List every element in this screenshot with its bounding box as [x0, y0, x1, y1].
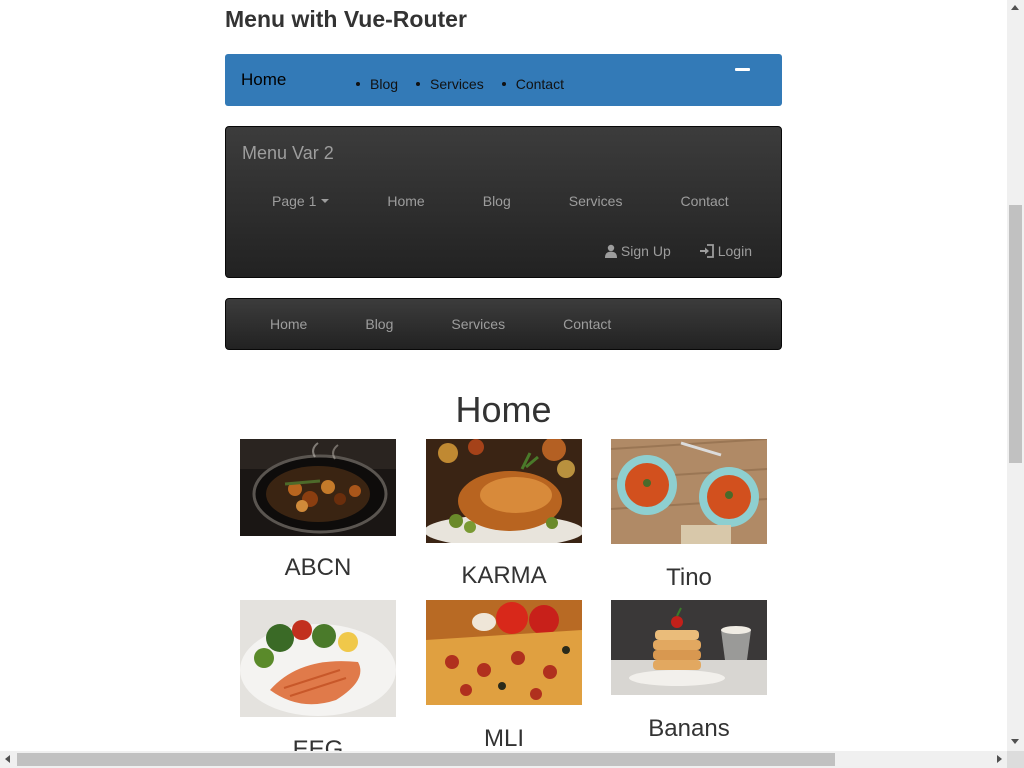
login-link[interactable]: Login: [699, 243, 752, 259]
menu2-nav: Page 1 Home Blog Services Contact: [243, 193, 758, 209]
page-title: Menu with Vue-Router: [225, 6, 467, 32]
menu1-item-contact[interactable]: Contact: [502, 76, 564, 92]
tomato-soup-photo: [611, 439, 767, 544]
food-card[interactable]: ABCN: [240, 439, 396, 582]
menu2-item-label: Page 1: [272, 193, 317, 209]
menu1-list: Blog Services Contact: [356, 76, 582, 92]
menu3-nav: Home Blog Services Contact: [241, 316, 640, 332]
food-card-name: Tino: [666, 564, 712, 591]
menu-var-2: Menu Var 2 Page 1 Home Blog Services Con…: [225, 126, 782, 278]
login-icon: [699, 244, 714, 258]
menu3-item-home[interactable]: Home: [241, 316, 336, 332]
pizza-photo: [426, 600, 582, 705]
pancakes-photo: [611, 600, 767, 695]
food-card[interactable]: MLI: [426, 600, 582, 751]
caret-down-icon: [321, 199, 330, 203]
food-card[interactable]: EEG: [240, 600, 396, 751]
menu2-right-nav: Sign Up Login: [576, 243, 752, 259]
salmon-salad-photo: [240, 600, 396, 717]
menu-var-3: Home Blog Services Contact: [225, 298, 782, 350]
menu2-item-contact[interactable]: Contact: [651, 193, 757, 209]
sign-up-link[interactable]: Sign Up: [604, 243, 671, 259]
food-card-name: Banans: [648, 715, 730, 742]
food-card[interactable]: Banans: [611, 600, 767, 743]
menu2-brand[interactable]: Menu Var 2: [242, 143, 334, 164]
scroll-down-arrow-icon[interactable]: [1011, 739, 1019, 744]
vertical-scroll-thumb[interactable]: [1009, 205, 1022, 463]
menu2-item-page1-dropdown[interactable]: Page 1: [243, 193, 358, 209]
sign-up-label: Sign Up: [620, 243, 671, 259]
horizontal-scrollbar[interactable]: [0, 751, 1007, 768]
horizontal-scroll-thumb[interactable]: [17, 753, 835, 766]
vertical-scrollbar[interactable]: [1007, 0, 1024, 751]
menu1-item-services[interactable]: Services: [416, 76, 484, 92]
user-icon: [604, 244, 617, 258]
menu2-item-blog[interactable]: Blog: [454, 193, 540, 209]
food-card-name: KARMA: [461, 562, 547, 589]
menu-blue: Home Blog Services Contact: [225, 54, 782, 106]
menu3-item-services[interactable]: Services: [422, 316, 534, 332]
scroll-left-arrow-icon[interactable]: [5, 755, 10, 763]
login-label: Login: [717, 243, 752, 259]
skillet-food-photo: [240, 439, 396, 536]
food-card-name: MLI: [483, 725, 524, 751]
food-card[interactable]: KARMA: [426, 439, 582, 590]
food-card[interactable]: Tino: [611, 439, 767, 592]
page-viewport: Menu with Vue-Router Home Blog Services …: [0, 0, 1007, 751]
home-section-title: Home: [455, 389, 552, 430]
scrollbar-corner: [1007, 751, 1024, 768]
menu-collapse-toggle-icon[interactable]: [735, 68, 750, 71]
menu1-item-blog[interactable]: Blog: [356, 76, 398, 92]
menu1-brand-home[interactable]: Home: [241, 70, 286, 90]
roast-chicken-photo: [426, 439, 582, 543]
menu3-item-contact[interactable]: Contact: [534, 316, 640, 332]
scroll-right-arrow-icon[interactable]: [997, 755, 1002, 763]
menu2-item-services[interactable]: Services: [540, 193, 652, 209]
menu2-item-home[interactable]: Home: [358, 193, 453, 209]
food-card-name: ABCN: [284, 554, 352, 581]
scroll-up-arrow-icon[interactable]: [1011, 5, 1019, 10]
food-card-name: EEG: [292, 736, 344, 751]
menu3-item-blog[interactable]: Blog: [336, 316, 422, 332]
